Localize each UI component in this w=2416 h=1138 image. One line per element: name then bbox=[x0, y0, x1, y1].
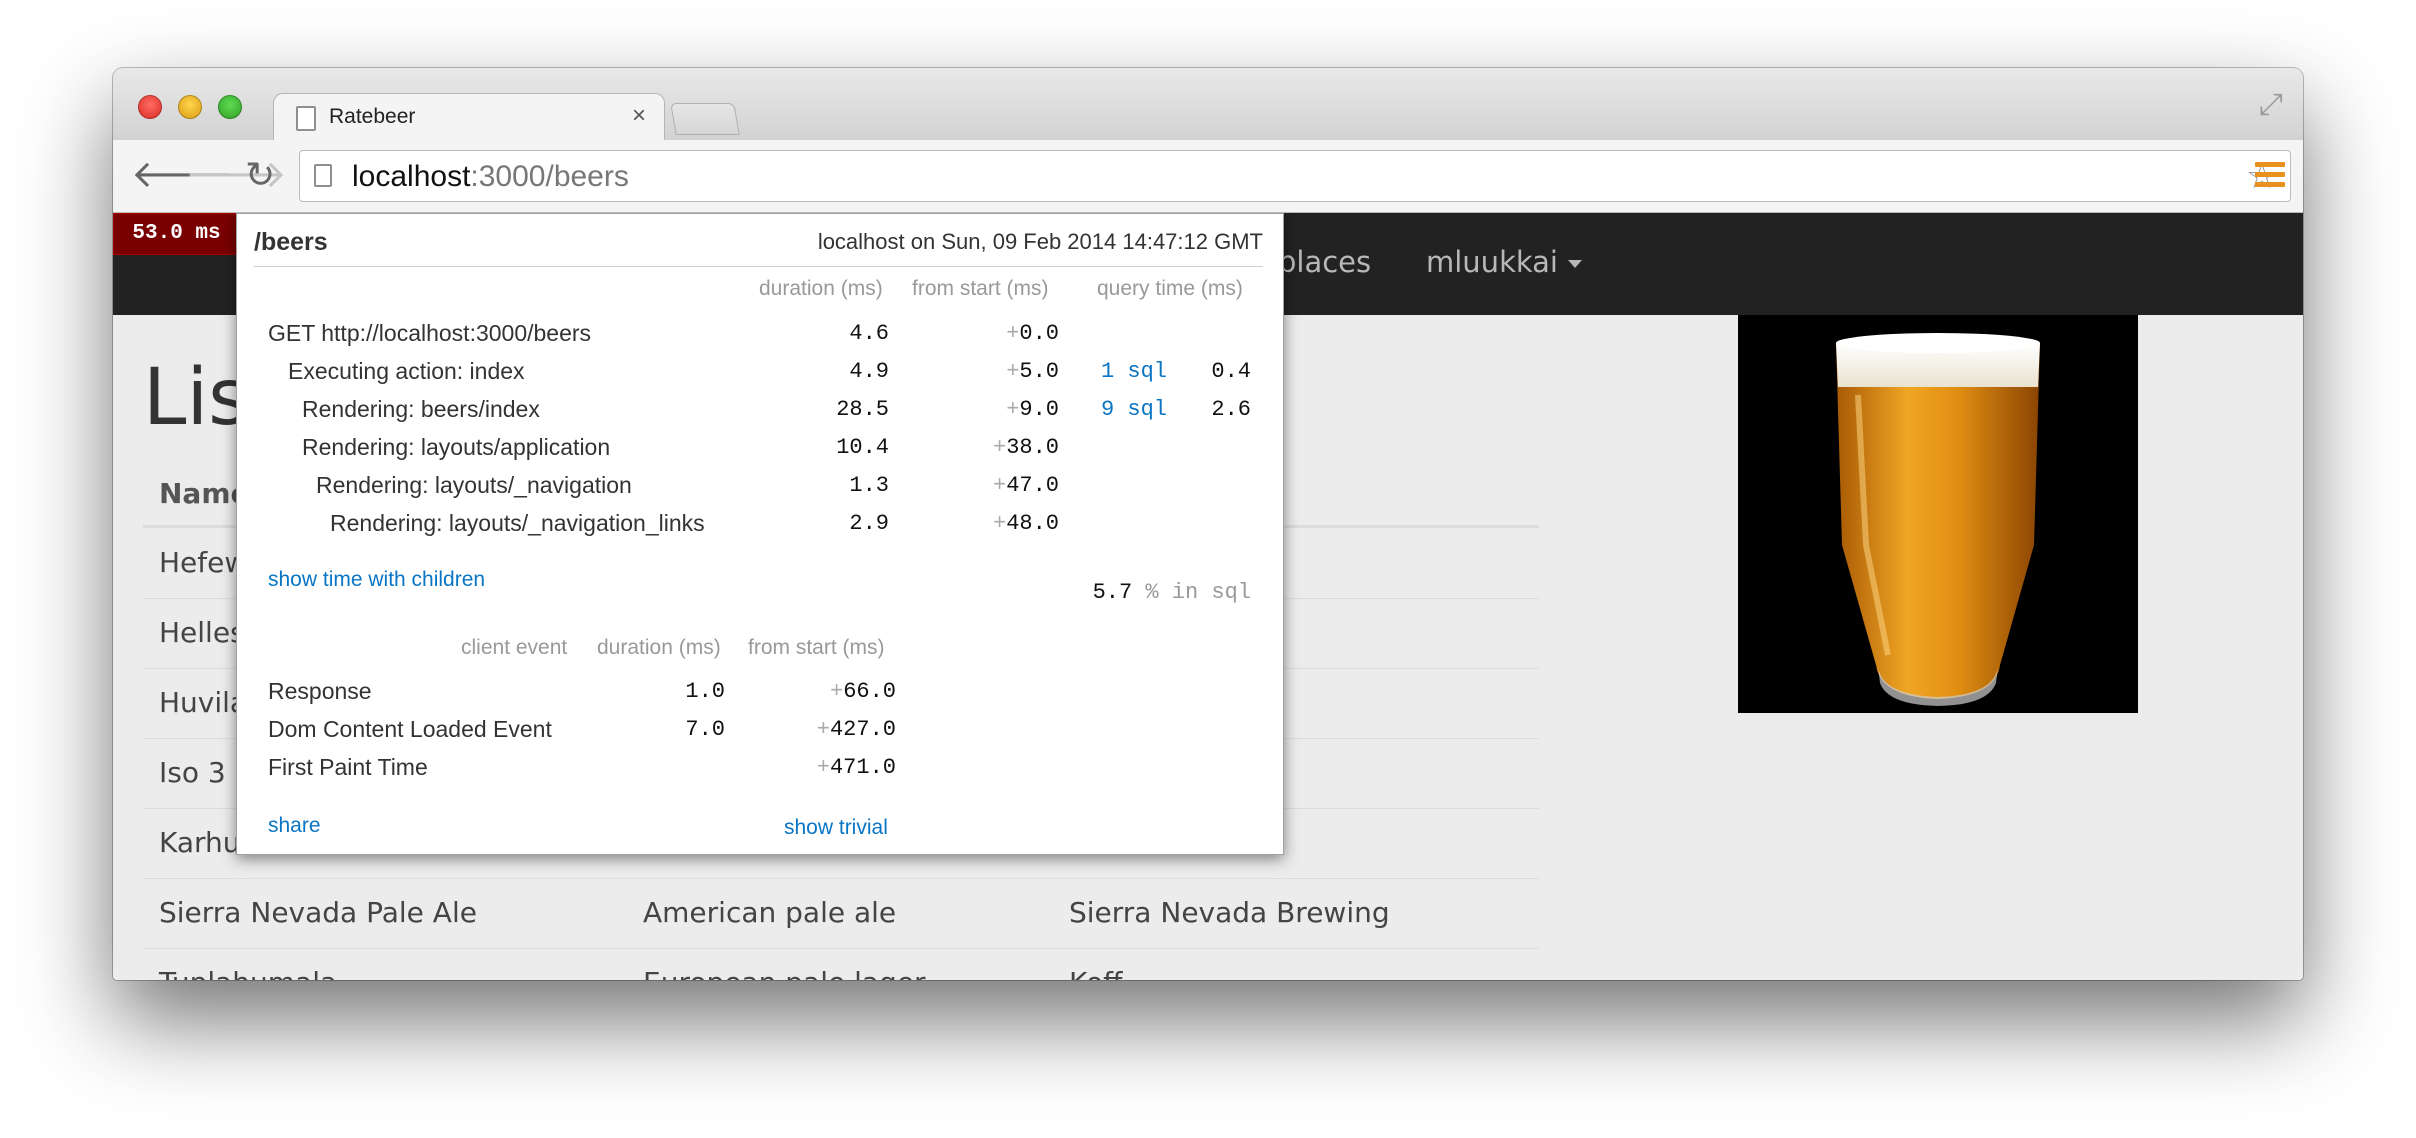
new-tab-button[interactable] bbox=[670, 103, 740, 135]
timing-duration: 1.3 bbox=[849, 473, 889, 498]
header-client-event: client event bbox=[461, 636, 568, 659]
user-dropdown[interactable]: mluukkai bbox=[1426, 245, 1582, 279]
client-event-duration: 1.0 bbox=[685, 679, 725, 704]
cell-style[interactable]: European pale lager bbox=[643, 966, 926, 980]
cell-name[interactable]: Iso 3 bbox=[159, 756, 226, 789]
header-query-time: query time (ms) bbox=[1097, 277, 1243, 300]
share-link[interactable]: share bbox=[268, 814, 321, 838]
cell-style[interactable]: American pale ale bbox=[643, 896, 896, 929]
timing-label: Rendering: beers/index bbox=[302, 396, 540, 422]
show-trivial-link[interactable]: show trivial bbox=[784, 816, 888, 840]
tab-ratebeer[interactable]: Ratebeer × bbox=[273, 93, 665, 142]
url-path: :3000/beers bbox=[470, 160, 629, 193]
timing-label: Rendering: layouts/application bbox=[302, 434, 611, 460]
sql-link[interactable]: 1 sql bbox=[1101, 359, 1167, 384]
sql-link[interactable]: 9 sql bbox=[1101, 397, 1167, 422]
header-from-start: from start (ms) bbox=[912, 277, 1049, 300]
client-event-label: Dom Content Loaded Event bbox=[268, 716, 552, 742]
timing-duration: 4.6 bbox=[849, 321, 889, 346]
cell-name[interactable]: Sierra Nevada Pale Ale bbox=[159, 896, 477, 929]
timing-duration: 10.4 bbox=[836, 435, 889, 460]
caret-down-icon bbox=[1567, 260, 1582, 268]
timing-label: Executing action: index bbox=[288, 358, 525, 384]
zoom-window-button[interactable] bbox=[218, 95, 242, 119]
address-bar[interactable]: localhost:3000/beers ☆ bbox=[299, 150, 2291, 202]
url-text[interactable]: localhost:3000/beers bbox=[352, 160, 629, 194]
timing-start: +9.0 bbox=[1006, 397, 1059, 422]
profiler-popup: /beers localhost on Sun, 09 Feb 2014 14:… bbox=[236, 213, 1284, 855]
timing-duration: 2.9 bbox=[849, 511, 889, 536]
timing-start: +0.0 bbox=[1006, 321, 1059, 346]
reload-icon[interactable]: ↻ bbox=[245, 150, 275, 200]
page-icon bbox=[296, 106, 316, 131]
fullscreen-icon[interactable]: ⤢ bbox=[2259, 88, 2283, 122]
show-time-with-children-link[interactable]: show time with children bbox=[268, 568, 485, 592]
cell-brewery[interactable]: Koff bbox=[1069, 966, 1122, 980]
nav-link-places[interactable]: places bbox=[1278, 245, 1371, 279]
client-event-label: Response bbox=[268, 678, 372, 704]
cell-name[interactable]: Karhu bbox=[159, 826, 241, 859]
cell-name[interactable]: Tuplahumala bbox=[159, 966, 337, 980]
timing-start: +5.0 bbox=[1006, 359, 1059, 384]
profiler-server-info: localhost on Sun, 09 Feb 2014 14:47:12 G… bbox=[817, 229, 1263, 254]
header-client-duration: duration (ms) bbox=[597, 636, 721, 659]
beer-glass-image bbox=[1738, 315, 2138, 713]
timing-duration: 28.5 bbox=[836, 397, 889, 422]
profiler-badge[interactable]: 53.0 ms bbox=[113, 213, 240, 255]
profiler-path: /beers bbox=[254, 228, 328, 256]
client-event-start: +66.0 bbox=[829, 679, 896, 704]
header-client-from-start: from start (ms) bbox=[748, 636, 885, 659]
browser-window: Ratebeer × ⤢ 🡐 🡒 ↻ localhost:3000/beers … bbox=[113, 68, 2303, 980]
web-page: places mluukkai Lis Name Hefew r Helles … bbox=[113, 213, 2303, 980]
cell-brewery[interactable]: Sierra Nevada Brewing bbox=[1069, 896, 1390, 929]
timing-label: Rendering: layouts/_navigation_links bbox=[330, 510, 705, 536]
client-event-duration: 7.0 bbox=[685, 717, 725, 742]
sql-percentage: 5.7 % in sql bbox=[1092, 580, 1251, 605]
timing-label: Rendering: layouts/_navigation bbox=[316, 472, 632, 498]
timing-duration: 4.9 bbox=[849, 359, 889, 384]
header-duration: duration (ms) bbox=[759, 277, 883, 300]
table-row: Tuplahumala European pale lager Koff bbox=[143, 948, 1539, 980]
browser-toolbar: 🡐 🡒 ↻ localhost:3000/beers ☆ bbox=[113, 140, 2303, 213]
timing-start: +48.0 bbox=[992, 511, 1059, 536]
client-event-start: +471.0 bbox=[816, 755, 896, 780]
query-time: 0.4 bbox=[1211, 359, 1251, 384]
tab-strip: Ratebeer × ⤢ bbox=[113, 68, 2303, 142]
chrome-menu-icon[interactable] bbox=[2255, 162, 2285, 192]
minimize-window-button[interactable] bbox=[178, 95, 202, 119]
table-row: Sierra Nevada Pale Ale American pale ale… bbox=[143, 878, 1539, 949]
user-name: mluukkai bbox=[1426, 245, 1558, 279]
query-time: 2.6 bbox=[1211, 397, 1251, 422]
timing-start: +47.0 bbox=[992, 473, 1059, 498]
page-title: Lis bbox=[143, 353, 249, 443]
cell-name[interactable]: Helles bbox=[159, 616, 245, 649]
divider bbox=[254, 266, 1263, 267]
timing-label: GET http://localhost:3000/beers bbox=[268, 320, 592, 346]
tab-title: Ratebeer bbox=[329, 105, 416, 128]
cell-name[interactable]: Huvila bbox=[159, 686, 247, 719]
client-event-start: +427.0 bbox=[816, 717, 896, 742]
cell-name[interactable]: Hefew bbox=[159, 546, 247, 579]
url-host: localhost bbox=[352, 160, 471, 193]
client-event-label: First Paint Time bbox=[268, 754, 428, 780]
close-window-button[interactable] bbox=[138, 95, 162, 119]
tab-close-icon[interactable]: × bbox=[632, 102, 646, 130]
timing-start: +38.0 bbox=[992, 435, 1059, 460]
page-icon bbox=[314, 164, 332, 187]
